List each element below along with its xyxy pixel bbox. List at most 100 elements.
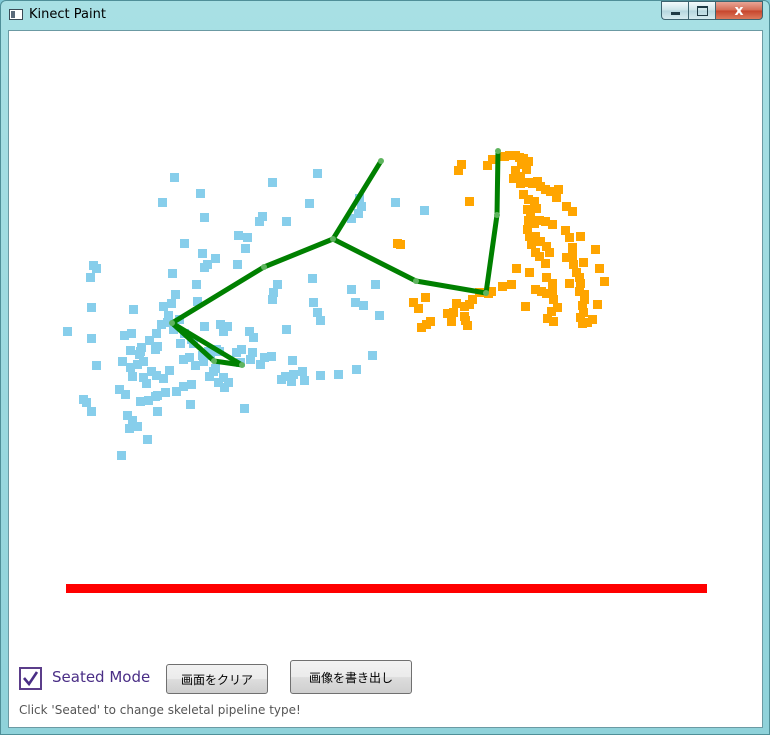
blue-paint-dot	[209, 367, 218, 376]
blue-paint-dot	[203, 260, 212, 269]
blue-paint-dot	[240, 404, 249, 413]
blue-paint-dot	[165, 366, 174, 375]
blue-paint-dot	[92, 264, 101, 273]
blue-paint-dot	[255, 217, 264, 226]
blue-paint-dot	[158, 198, 167, 207]
orange-paint-dot	[531, 285, 540, 294]
blue-paint-dot	[237, 345, 246, 354]
blue-paint-dot	[87, 303, 96, 312]
orange-paint-dot	[593, 300, 602, 309]
app-window: Kinect Paint x Seated Mode 画面をクリア 画像を書き出…	[0, 0, 770, 735]
orange-paint-dot	[414, 304, 423, 313]
orange-paint-dot	[516, 179, 525, 188]
skeleton-joint	[169, 320, 175, 326]
orange-paint-dot	[521, 302, 530, 311]
orange-paint-dot	[549, 317, 558, 326]
orange-paint-dot	[454, 166, 463, 175]
blue-paint-dot	[179, 382, 188, 391]
window-title: Kinect Paint	[29, 7, 106, 22]
orange-paint-dot	[565, 233, 574, 242]
blue-paint-dot	[256, 360, 265, 369]
blue-paint-dot	[316, 316, 325, 325]
blue-paint-dot	[139, 373, 148, 382]
export-image-button[interactable]: 画像を書き出し	[290, 660, 412, 694]
orange-paint-dot	[426, 317, 435, 326]
blue-paint-dot	[144, 396, 153, 405]
maximize-button[interactable]	[688, 1, 715, 20]
blue-paint-dot	[316, 371, 325, 380]
blue-paint-dot	[82, 398, 91, 407]
blue-paint-dot	[118, 357, 127, 366]
orange-paint-dot	[541, 259, 550, 268]
orange-paint-dot	[465, 197, 474, 206]
orange-paint-dot	[421, 293, 430, 302]
blue-paint-dot	[128, 372, 137, 381]
orange-paint-dot	[396, 240, 405, 249]
orange-paint-dot	[576, 232, 585, 241]
clear-canvas-button[interactable]: 画面をクリア	[166, 664, 268, 694]
blue-paint-dot	[223, 322, 232, 331]
skeleton-bone	[494, 148, 501, 218]
blue-paint-dot	[233, 260, 242, 269]
blue-paint-dot	[92, 361, 101, 370]
orange-paint-dot	[452, 299, 461, 308]
client-area: Seated Mode 画面をクリア 画像を書き出し Click 'Seated…	[8, 30, 763, 728]
blue-paint-dot	[176, 339, 185, 348]
orange-paint-dot	[591, 245, 600, 254]
blue-paint-dot	[159, 302, 168, 311]
blue-paint-dot	[371, 280, 380, 289]
blue-paint-dot	[121, 390, 130, 399]
orange-paint-dot	[545, 248, 554, 257]
blue-paint-dot	[153, 391, 162, 400]
orange-paint-dot	[498, 282, 507, 291]
blue-paint-dot	[241, 244, 250, 253]
blue-paint-dot	[145, 336, 154, 345]
caption-buttons: x	[661, 1, 763, 21]
checkmark-icon	[23, 671, 39, 687]
blue-paint-dot	[282, 325, 291, 334]
skeleton-joint	[211, 358, 217, 364]
orange-paint-dot	[548, 220, 557, 229]
orange-paint-dot	[507, 280, 516, 289]
skeleton-joint	[261, 264, 267, 270]
blue-paint-dot	[171, 290, 180, 299]
blue-paint-dot	[185, 353, 194, 362]
blue-paint-dot	[268, 295, 277, 304]
orange-paint-dot	[460, 312, 469, 321]
orange-paint-dot	[562, 253, 571, 262]
blue-paint-dot	[368, 351, 377, 360]
blue-paint-dot	[87, 407, 96, 416]
blue-paint-dot	[313, 169, 322, 178]
orange-paint-dot	[554, 185, 563, 194]
orange-paint-dot	[552, 193, 561, 202]
blue-paint-dot	[191, 361, 200, 370]
blue-paint-dot	[117, 451, 126, 460]
orange-paint-dot	[527, 240, 536, 249]
blue-paint-dot	[391, 198, 400, 207]
orange-paint-dot	[447, 317, 456, 326]
blue-paint-dot	[151, 345, 160, 354]
blue-paint-dot	[161, 388, 170, 397]
skeleton-joint	[483, 290, 489, 296]
paint-canvas[interactable]	[9, 31, 762, 631]
orange-paint-dot	[588, 315, 597, 324]
seated-mode-checkbox[interactable]	[19, 667, 42, 690]
orange-paint-dot	[568, 243, 577, 252]
minimize-button[interactable]	[661, 1, 688, 20]
orange-paint-dot	[576, 279, 585, 288]
orange-paint-dot	[525, 268, 534, 277]
blue-paint-dot	[136, 347, 145, 356]
skeleton-bone	[261, 236, 336, 270]
blue-paint-dot	[287, 377, 296, 386]
blue-paint-dot	[248, 348, 257, 357]
blue-paint-dot	[136, 397, 145, 406]
blue-paint-dot	[334, 370, 343, 379]
blue-paint-dot	[63, 327, 72, 336]
seated-mode-label[interactable]: Seated Mode	[52, 668, 150, 686]
close-button[interactable]: x	[715, 1, 763, 20]
orange-paint-dot	[463, 321, 472, 330]
blue-paint-dot	[220, 383, 229, 392]
blue-paint-dot	[309, 298, 318, 307]
skeleton-bone	[330, 158, 384, 242]
title-bar[interactable]: Kinect Paint x	[1, 1, 769, 29]
